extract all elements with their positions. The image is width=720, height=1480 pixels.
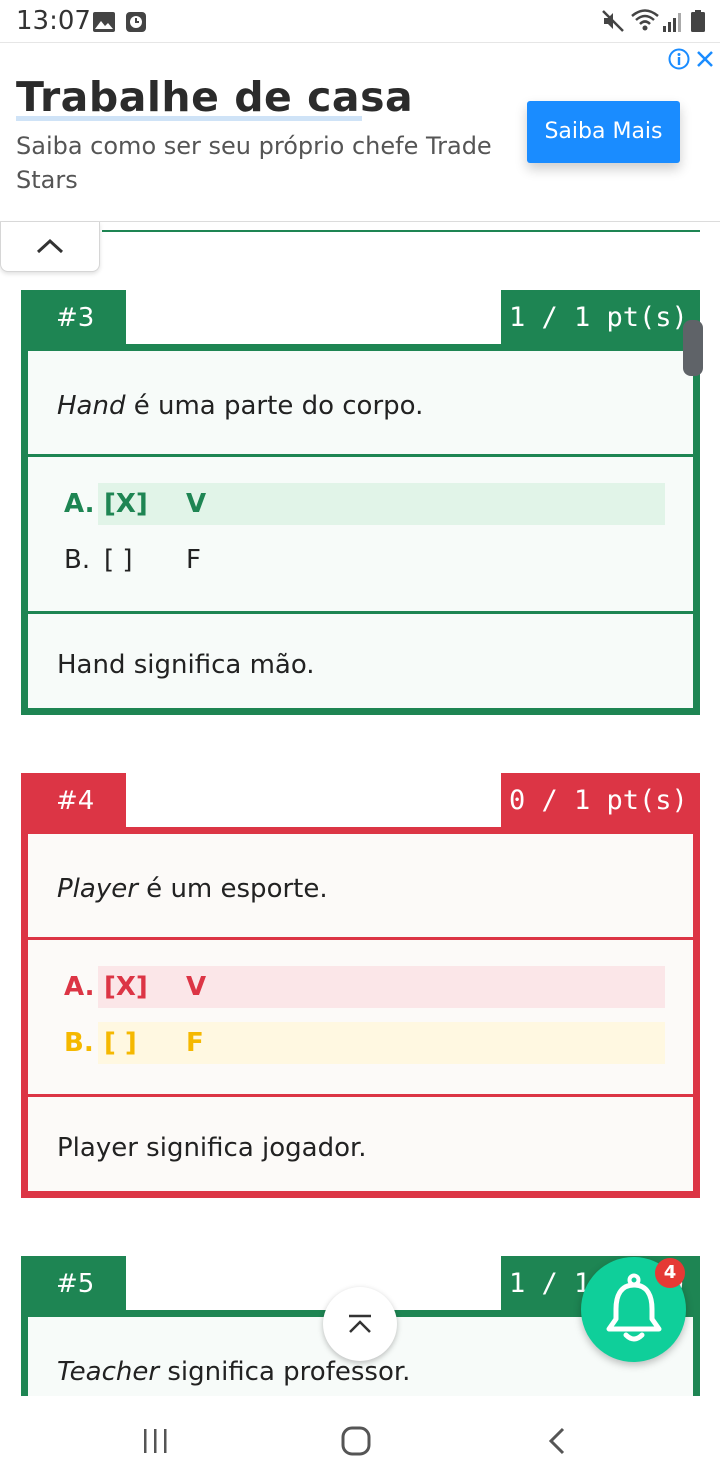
home-icon[interactable] [341, 1426, 371, 1456]
ad-description: Saiba como ser seu próprio chefe Trade S… [16, 132, 492, 194]
mute-icon [602, 10, 624, 32]
statement-text: é uma parte do corpo. [125, 391, 424, 421]
question-feedback: Player significa jogador. [28, 1097, 693, 1191]
question-number: #3 [21, 290, 126, 346]
statement-text: é um esporte. [137, 874, 328, 904]
question-card: Player é um esporte. A. [X] V B. [ ] F P… [21, 827, 700, 1198]
question-options: A. [X] V B. [ ] F [28, 940, 693, 1097]
statement-term: Hand [57, 391, 126, 421]
question-card: Hand é uma parte do corpo. A. [X] V B. [… [21, 344, 700, 715]
scrollbar-thumb[interactable] [683, 320, 703, 376]
image-icon [93, 12, 115, 32]
ad-cta-button[interactable]: Saiba Mais [527, 101, 680, 163]
option-b[interactable]: B. [ ] F [64, 539, 665, 581]
info-icon[interactable] [668, 48, 690, 70]
scroll-to-top-icon [349, 1314, 371, 1333]
close-icon[interactable] [694, 48, 716, 70]
question-header: #4 0 / 1 pt(s) [21, 773, 700, 829]
option-b[interactable]: B. [ ] F [64, 1022, 665, 1064]
system-nav-bar [0, 1396, 720, 1480]
feedback-text: Player significa jogador. [57, 1133, 367, 1163]
wifi-icon [631, 9, 659, 31]
question-feedback: Hand significa mão. [28, 614, 693, 708]
question-points: 1 / 1 pt(s) [501, 290, 700, 346]
question-points: 0 / 1 pt(s) [501, 773, 700, 829]
statement-term: Teacher [57, 1357, 160, 1387]
question-number: #5 [21, 1256, 126, 1312]
back-icon[interactable] [547, 1426, 567, 1456]
collapse-ad-tab[interactable] [0, 222, 100, 272]
bell-icon [606, 1273, 662, 1342]
scroll-to-top-button[interactable] [323, 1287, 397, 1361]
divider [102, 230, 700, 232]
option-a[interactable]: A. [X] V [64, 966, 665, 1008]
notification-count-badge: 4 [655, 1258, 685, 1288]
feedback-text: Hand significa mão. [57, 650, 315, 680]
statement-term: Player [57, 874, 138, 904]
battery-icon [691, 10, 705, 32]
question-options: A. [X] V B. [ ] F [28, 457, 693, 614]
ad-title[interactable]: Trabalhe de casa [16, 73, 413, 121]
recent-apps-icon[interactable] [141, 1428, 169, 1454]
question-statement: Hand é uma parte do corpo. [28, 351, 693, 457]
question-number: #4 [21, 773, 126, 829]
option-a[interactable]: A. [X] V [64, 483, 665, 525]
ad-banner[interactable]: Trabalhe de casa Saiba como ser seu próp… [0, 42, 720, 222]
status-time: 13:07 [16, 6, 91, 36]
question-statement: Player é um esporte. [28, 834, 693, 940]
status-bar: 13:07 [0, 0, 720, 44]
chevron-up-icon [36, 238, 64, 254]
clock-icon [126, 12, 146, 32]
question-header: #3 1 / 1 pt(s) [21, 290, 700, 346]
statement-text: significa professor. [159, 1357, 411, 1387]
signal-icon [663, 13, 681, 32]
